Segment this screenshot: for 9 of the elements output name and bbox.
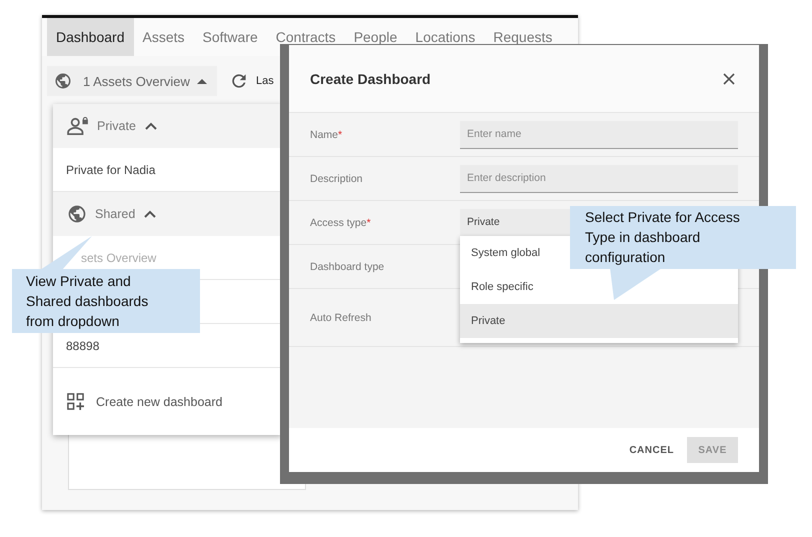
- group-label: Private: [97, 119, 136, 133]
- group-label: Shared: [95, 207, 136, 221]
- field-label: Name*: [310, 128, 344, 140]
- field-label: Access type*: [310, 216, 372, 228]
- toolbar-text: Las: [256, 75, 274, 87]
- field-label: Auto Refresh: [310, 312, 372, 324]
- field-label: Description: [310, 172, 364, 184]
- field-label: Dashboard type: [310, 260, 386, 272]
- dialog-title: Create Dashboard: [310, 70, 431, 86]
